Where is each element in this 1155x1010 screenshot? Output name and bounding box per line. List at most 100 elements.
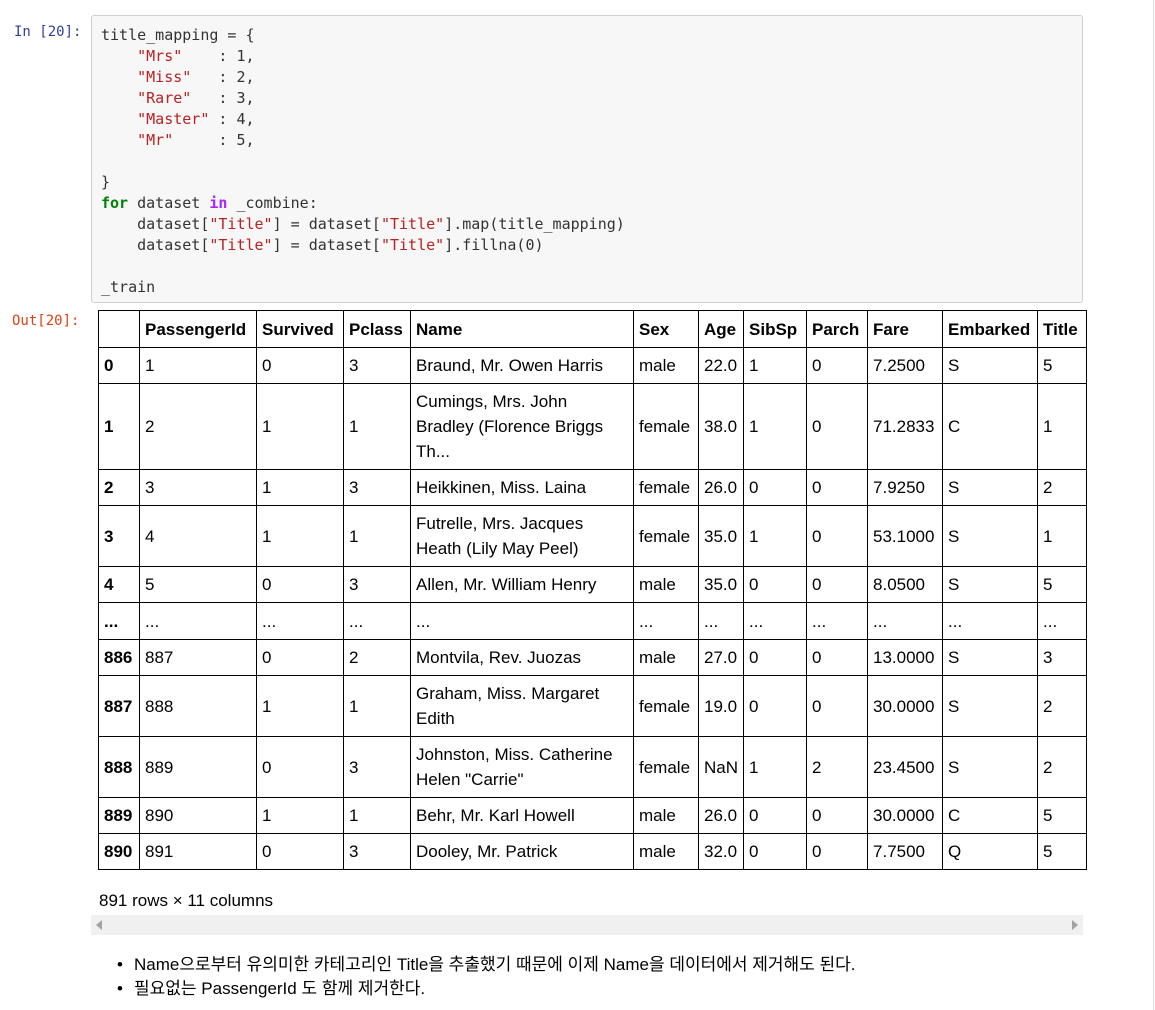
table-cell: 3: [1037, 639, 1088, 676]
table-row: 3 4 1 1 Futrelle, Mrs. Jacques Heath (Lily M…: [98, 505, 1088, 567]
code-token: dataset: [128, 194, 210, 212]
table-cell: S: [942, 736, 1039, 798]
table-cell: ...: [633, 602, 699, 640]
table-cell: NaN: [697, 736, 745, 798]
scroll-right-icon[interactable]: [1072, 920, 1078, 930]
table-cell: 30.0000: [867, 675, 944, 737]
table-cell: Braund, Mr. Owen Harris: [410, 347, 634, 384]
row-index: 0: [98, 347, 140, 384]
row-index: 1: [98, 383, 140, 470]
code-token: "Rare": [137, 89, 192, 107]
table-cell: 2: [1037, 469, 1088, 506]
table-cell: 1: [743, 736, 808, 798]
table-cell: 3: [343, 347, 411, 384]
table-cell: male: [633, 347, 699, 384]
table-cell: ...: [697, 602, 745, 640]
table-cell: male: [633, 797, 699, 834]
table-cell: 13.0000: [867, 639, 944, 676]
table-cell: 0: [806, 797, 869, 834]
code-token: ] = dataset[: [272, 215, 381, 233]
table-cell: ...: [256, 602, 344, 640]
column-header: SibSp: [743, 310, 808, 348]
table-cell: 0: [256, 833, 344, 870]
horizontal-scrollbar[interactable]: [91, 915, 1083, 935]
table-cell: S: [942, 505, 1039, 567]
table-cell: 22.0: [697, 347, 745, 384]
table-cell: 1: [343, 383, 411, 470]
code-token: "Title": [209, 236, 273, 254]
table-cell: 5: [1037, 797, 1088, 834]
table-cell: ...: [343, 602, 411, 640]
table-cell: 0: [743, 797, 808, 834]
table-row: 889 890 1 1 Behr, Mr. Karl Howell male 26.0 0 0 3…: [98, 797, 1088, 834]
table-cell: 889: [139, 736, 257, 798]
table-cell: ...: [806, 602, 869, 640]
code-token: : 3,: [191, 89, 255, 107]
table-cell: 1: [139, 347, 257, 384]
table-cell: 0: [806, 833, 869, 870]
rows-info: 891 rows × 11 columns: [99, 891, 274, 910]
table-row: 887 888 1 1 Graham, Miss. Margaret Edith fema…: [98, 675, 1088, 737]
table-cell: S: [942, 469, 1039, 506]
code-token: "Mrs": [137, 47, 183, 65]
code-token: "Title": [380, 236, 445, 254]
table-cell: 0: [806, 347, 869, 384]
table-row: ....................................: [98, 602, 1088, 640]
table-cell: Dooley, Mr. Patrick: [410, 833, 634, 870]
table-cell: 2: [139, 383, 257, 470]
table-cell: Cumings, Mrs. John Bradley (Florence Bri…: [410, 383, 634, 470]
table-cell: 3: [139, 469, 257, 506]
column-header: Name: [410, 310, 634, 348]
table-row: 4 5 0 3 Allen, Mr. William Henry male 35.0 0 0 8.…: [98, 566, 1088, 603]
table-cell: 0: [743, 566, 808, 603]
table-cell: female: [633, 736, 699, 798]
column-header: Parch: [806, 310, 869, 348]
table-cell: 1: [256, 675, 344, 737]
table-cell: S: [942, 675, 1039, 737]
table-cell: 1: [743, 505, 808, 567]
row-index: 888: [98, 736, 140, 798]
code-cell[interactable]: title_mapping = { "Mrs" : 1, "Miss" : 2,…: [91, 15, 1083, 303]
table-cell: 0: [743, 833, 808, 870]
input-prompt: In [20]:: [14, 24, 82, 40]
row-index: 886: [98, 639, 140, 676]
code-token: : 4,: [209, 110, 255, 128]
code-token: title_mapping = {: [101, 26, 255, 44]
table-cell: 19.0: [697, 675, 745, 737]
code-token: dataset[: [101, 236, 210, 254]
code-editor[interactable]: title_mapping = { "Mrs" : 1, "Miss" : 2,…: [101, 25, 625, 298]
table-cell: 0: [806, 639, 869, 676]
table-cell: 2: [343, 639, 411, 676]
code-token: : 2,: [191, 68, 255, 86]
table-cell: 3: [343, 833, 411, 870]
scroll-left-icon[interactable]: [96, 920, 102, 930]
column-header: [98, 310, 140, 348]
row-index: ...: [98, 602, 140, 640]
column-header: Title: [1037, 310, 1088, 348]
table-cell: 0: [743, 675, 808, 737]
column-header: PassengerId: [139, 310, 257, 348]
table-cell: 5: [1037, 833, 1088, 870]
table-cell: 35.0: [697, 505, 745, 567]
table-cell: 0: [743, 639, 808, 676]
table-row: 886 887 0 2 Montvila, Rev. Juozas male 27.0 0 0 1…: [98, 639, 1088, 676]
table-cell: 0: [806, 383, 869, 470]
column-header: Sex: [633, 310, 699, 348]
table-cell: 1: [256, 797, 344, 834]
table-cell: 1: [1037, 505, 1088, 567]
table-cell: 1: [343, 675, 411, 737]
table-cell: 0: [256, 736, 344, 798]
table-cell: 0: [256, 639, 344, 676]
table-cell: Johnston, Miss. Catherine Helen "Carrie": [410, 736, 634, 798]
table-cell: 0: [806, 675, 869, 737]
row-index: 3: [98, 505, 140, 567]
table-cell: 4: [139, 505, 257, 567]
table-cell: 26.0: [697, 469, 745, 506]
column-header: Pclass: [343, 310, 411, 348]
table-cell: 8.0500: [867, 566, 944, 603]
markdown-notes: Name으로부터 유의미한 카테고리인 Title을 추출했기 때문에 이제 N…: [117, 953, 856, 1001]
table-row: 2 3 1 3 Heikkinen, Miss. Laina female 26.0 0 0 7.…: [98, 469, 1088, 506]
